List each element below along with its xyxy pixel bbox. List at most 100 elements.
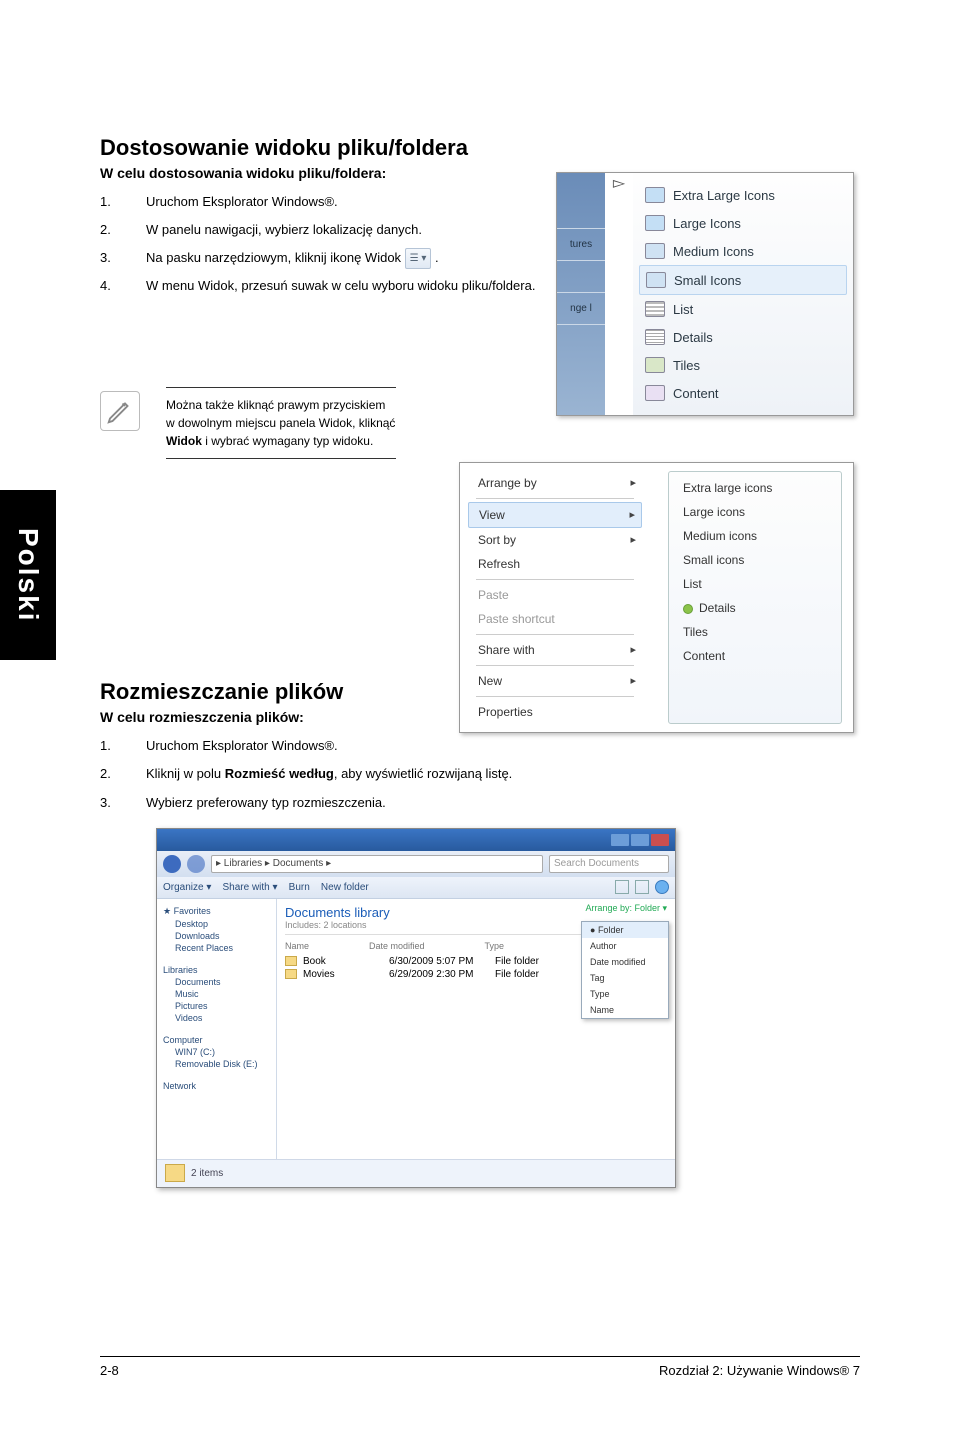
strip-cell [557,261,605,293]
step-text: Uruchom Eksplorator Windows®. [146,191,540,213]
burn-button[interactable]: Burn [289,882,310,893]
strip-label: tures [557,229,605,261]
step-text: Kliknij w polu Rozmieść według, aby wyśw… [146,763,860,785]
large-icons-icon [645,215,665,231]
view-large-icons[interactable]: Large Icons [639,209,847,237]
slider-arrow[interactable]: ▻ [605,173,633,415]
nav-music[interactable]: Music [163,988,270,1000]
sub-list[interactable]: List [673,572,837,596]
nav-favorites[interactable]: ★ Favorites [163,905,270,918]
arrange-by-menu[interactable]: Folder Author Date modified Tag Type Nam… [581,921,669,1019]
arr-folder[interactable]: Folder [582,922,668,938]
help-icon[interactable] [655,880,669,894]
ctx-new[interactable]: New▸ [468,669,642,693]
ctx-refresh[interactable]: Refresh [468,552,642,576]
minimize-button[interactable] [611,834,629,846]
t0: Kliknij w polu [146,766,225,781]
s2-step-2: 2. Kliknij w polu Rozmieść według, aby w… [100,763,860,785]
nav-drive-c[interactable]: WIN7 (C:) [163,1046,270,1058]
arr-type[interactable]: Type [582,986,668,1002]
arr-tag[interactable]: Tag [582,970,668,986]
s2-step-3: 3. Wybierz preferowany typ rozmieszczeni… [100,792,860,814]
view-list[interactable]: List [639,295,847,323]
menu-label: List [673,302,693,317]
breadcrumb[interactable]: ▸ Libraries ▸ Documents ▸ [211,855,543,873]
view-content[interactable]: Content [639,379,847,407]
nav-pane[interactable]: ★ Favorites Desktop Downloads Recent Pla… [157,899,277,1159]
nav-network[interactable]: Network [163,1080,270,1092]
view-submenu[interactable]: Extra large icons Large icons Medium ico… [668,471,842,724]
sub-small[interactable]: Small icons [673,548,837,572]
nav-videos[interactable]: Videos [163,1012,270,1024]
chevron-right-icon: ▸ [630,674,636,687]
nav-desktop[interactable]: Desktop [163,918,270,930]
col-type[interactable]: Type [485,941,505,951]
note-part1: Można także kliknąć prawym przyciskiem w… [166,398,395,430]
sub-medium[interactable]: Medium icons [673,524,837,548]
step-text: Wybierz preferowany typ rozmieszczenia. [146,792,860,814]
arr-author[interactable]: Author [582,938,668,954]
view-panel-left-strip: tures nge l [557,173,605,415]
forward-button[interactable] [187,855,205,873]
context-menu-panel: Arrange by▸ View▸ Sort by▸ Refresh Paste… [459,462,854,733]
nav-downloads[interactable]: Downloads [163,930,270,942]
col-date[interactable]: Date modified [369,941,425,951]
view-medium-icons[interactable]: Medium Icons [639,237,847,265]
step-3: 3. Na pasku narzędziowym, kliknij ikonę … [100,247,540,269]
sub-details[interactable]: Details [673,596,837,620]
organize-button[interactable]: Organize ▾ [163,882,211,893]
arrange-by-field[interactable]: Arrange by: Folder ▾ [585,903,667,914]
chevron-right-icon: ▸ [630,476,636,489]
nav-drive-e[interactable]: Removable Disk (E:) [163,1058,270,1070]
view-small-icons[interactable]: Small Icons [639,265,847,295]
search-input[interactable]: Search Documents [549,855,669,873]
bullet-icon [683,604,693,614]
nav-libraries[interactable]: Libraries [163,964,270,976]
step-num: 1. [100,191,146,213]
arr-date[interactable]: Date modified [582,954,668,970]
view-style-panel: tures nge l ▻ Extra Large Icons Large Ic… [556,172,854,416]
section1-subhead: W celu dostosowania widoku pliku/foldera… [100,165,540,181]
close-button[interactable] [651,834,669,846]
context-menu[interactable]: Arrange by▸ View▸ Sort by▸ Refresh Paste… [468,471,642,724]
col-name[interactable]: Name [285,941,309,951]
ctx-arrange-by[interactable]: Arrange by▸ [468,471,642,495]
ctx-sort-by[interactable]: Sort by▸ [468,528,642,552]
view-tiles[interactable]: Tiles [639,351,847,379]
nav-documents[interactable]: Documents [163,976,270,988]
item-type: File folder [495,969,539,980]
window-buttons[interactable] [611,834,669,846]
view-style-menu[interactable]: Extra Large Icons Large Icons Medium Ico… [633,173,853,415]
t2: , aby wyświetlić rozwijaną listę. [334,766,512,781]
folder-icon [285,969,297,979]
ctx-view[interactable]: View▸ [468,502,642,528]
item-date: 6/29/2009 2:30 PM [389,969,489,980]
nav-pictures[interactable]: Pictures [163,1000,270,1012]
chevron-right-icon: ▸ [630,533,636,546]
step-4: 4. W menu Widok, przesuń suwak w celu wy… [100,275,540,297]
sub-extra-large[interactable]: Extra large icons [673,476,837,500]
view-extra-large-icons[interactable]: Extra Large Icons [639,181,847,209]
titlebar[interactable] [157,829,675,851]
sub-tiles[interactable]: Tiles [673,620,837,644]
separator [476,498,634,499]
content-pane[interactable]: Documents library Includes: 2 locations … [277,899,675,1159]
sub-large[interactable]: Large icons [673,500,837,524]
back-button[interactable] [163,855,181,873]
nav-computer[interactable]: Computer [163,1034,270,1046]
preview-pane-icon[interactable] [635,880,649,894]
share-with-button[interactable]: Share with ▾ [223,882,278,893]
arr-name[interactable]: Name [582,1002,668,1018]
status-text: 2 items [191,1168,223,1179]
sub-content[interactable]: Content [673,644,837,668]
chevron-right-icon: ▸ [629,508,635,521]
content-icon [645,385,665,401]
view-details[interactable]: Details [639,323,847,351]
ctx-properties[interactable]: Properties [468,700,642,724]
medium-icons-icon [645,243,665,259]
view-icon[interactable] [615,880,629,894]
maximize-button[interactable] [631,834,649,846]
ctx-share-with[interactable]: Share with▸ [468,638,642,662]
new-folder-button[interactable]: New folder [321,882,369,893]
nav-recent[interactable]: Recent Places [163,942,270,954]
